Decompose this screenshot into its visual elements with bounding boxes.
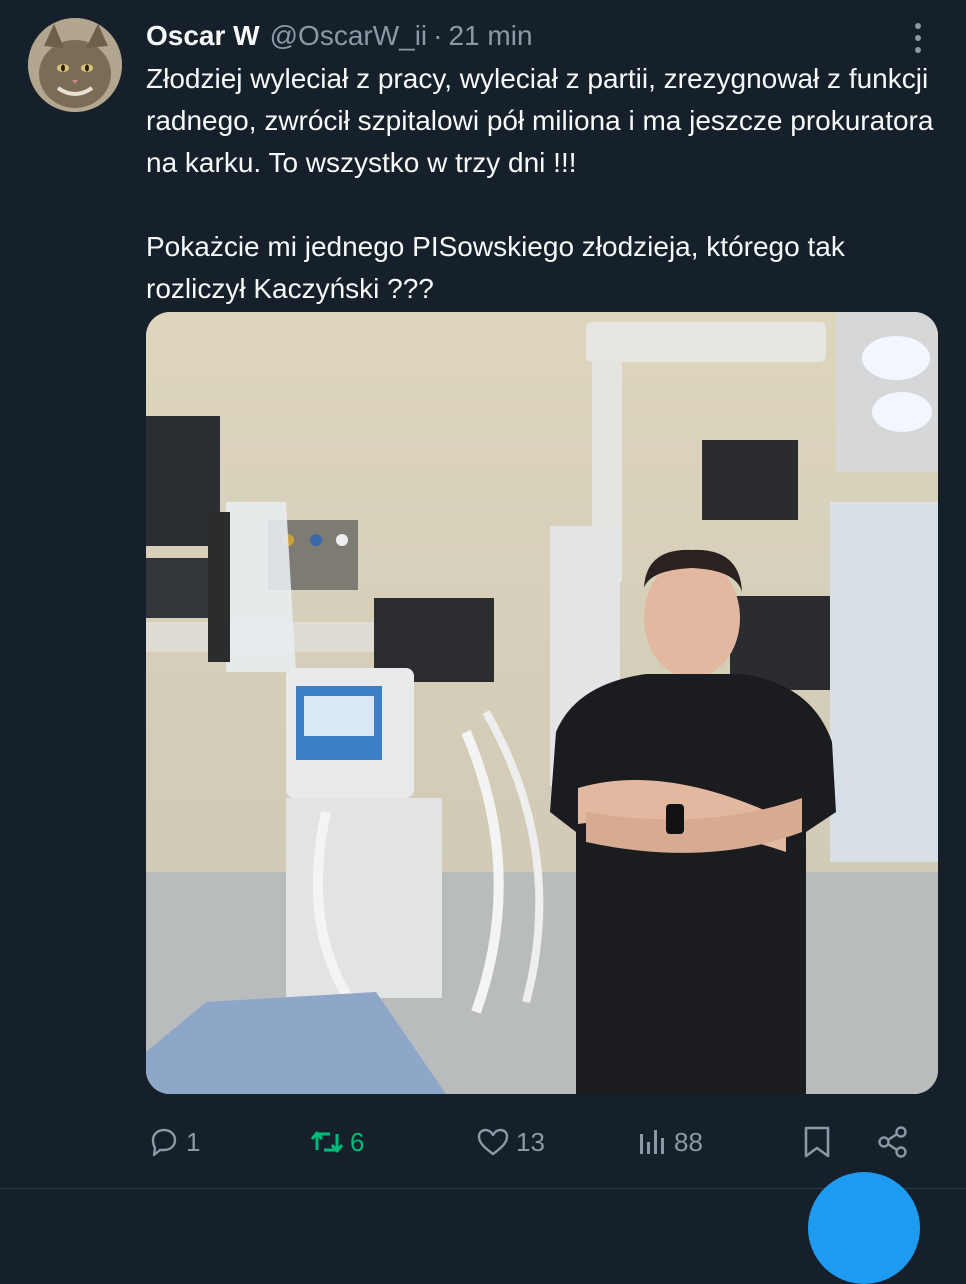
bookmark-icon [804,1126,830,1158]
like-button[interactable]: 13 [476,1112,545,1172]
views-count: 88 [674,1126,703,1157]
reply-icon [151,1128,177,1157]
views-button[interactable]: 88 [636,1112,703,1172]
author-avatar[interactable] [28,18,122,112]
header-separator: · [433,20,443,51]
retweet-icon [310,1131,344,1153]
tweet-timestamp[interactable]: 21 min [448,20,532,52]
author-name[interactable]: Oscar W [146,20,260,52]
tweet-actions: 1 6 13 88 [146,1112,936,1172]
more-options-button[interactable] [904,20,932,56]
compose-fab-button[interactable] [808,1172,920,1284]
vertical-dots-icon [915,23,921,53]
tweet-paragraph-2: Pokażcie mi jednego PISowskiego złodziej… [146,231,845,304]
share-button[interactable] [876,1112,910,1172]
hospital-photo-image [146,312,938,1094]
divider [0,1188,966,1189]
like-count: 13 [516,1126,545,1157]
analytics-icon [640,1130,664,1154]
retweet-count: 6 [350,1126,365,1157]
retweet-button[interactable]: 6 [310,1112,364,1172]
tweet-header: Oscar W @OscarW_ii · 21 min [146,16,533,56]
author-handle[interactable]: @OscarW_ii [270,20,428,52]
bookmark-button[interactable] [802,1112,832,1172]
tweet-paragraph-1: Złodziej wyleciał z pracy, wyleciał z pa… [146,63,934,178]
cat-avatar-icon [28,18,122,112]
tweet-photo[interactable] [146,312,938,1094]
reply-button[interactable]: 1 [148,1112,200,1172]
tweet-text: Złodziej wyleciał z pracy, wyleciał z pa… [146,58,946,310]
heart-icon [477,1128,509,1156]
reply-count: 1 [186,1126,201,1157]
share-icon [878,1126,907,1158]
